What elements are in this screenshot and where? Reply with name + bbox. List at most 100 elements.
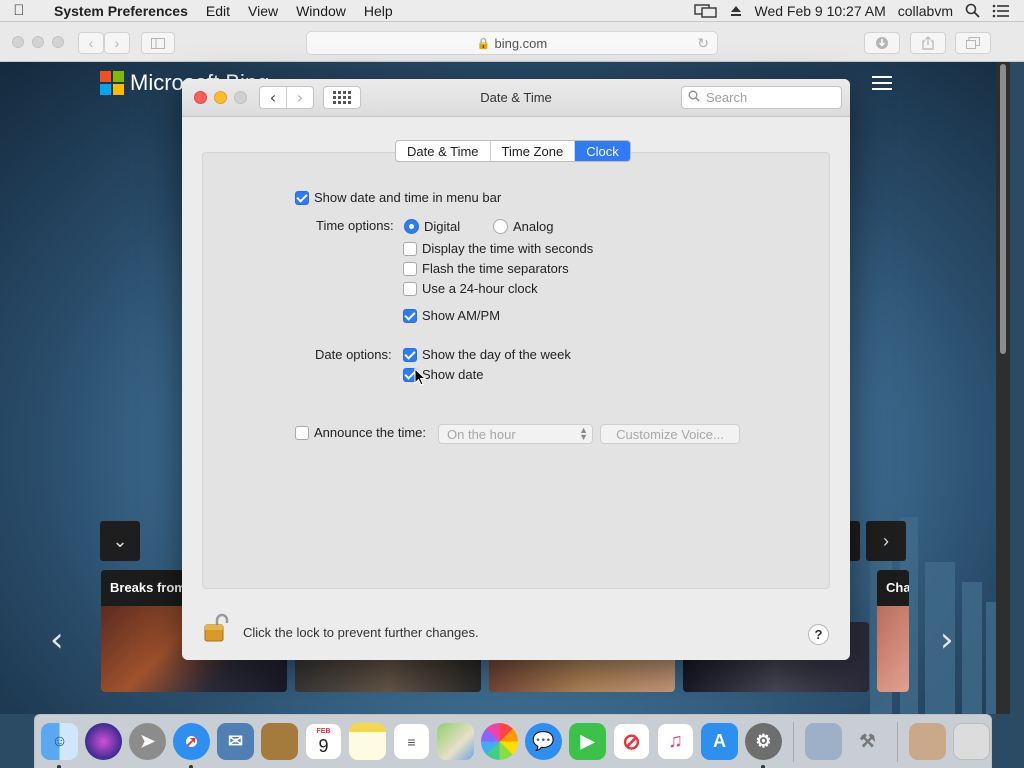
- reload-icon[interactable]: ↻: [697, 35, 709, 52]
- hour24-label: Use a 24-hour clock: [422, 281, 538, 296]
- mouse-cursor-icon: [414, 368, 426, 386]
- announce-row[interactable]: Announce the time:: [295, 425, 426, 440]
- launchpad-icon[interactable]: ➤: [129, 723, 166, 760]
- downloads-icon[interactable]: [864, 32, 900, 54]
- calendar-icon[interactable]: FEB 9: [305, 723, 342, 760]
- analog-label: Analog: [513, 219, 554, 234]
- carousel-right-arrow-icon[interactable]: ›: [940, 620, 954, 660]
- analog-radio[interactable]: [493, 219, 508, 234]
- preview-icon[interactable]: [805, 723, 842, 760]
- notification-center-icon[interactable]: [992, 4, 1010, 18]
- window-titlebar[interactable]: ‹ › Date & Time: [182, 79, 850, 117]
- unlocked-padlock-icon[interactable]: [204, 613, 230, 643]
- menu-app-name[interactable]: System Preferences: [38, 3, 197, 19]
- show-in-menubar-checkbox[interactable]: [295, 190, 309, 205]
- scroll-down-chevron-icon[interactable]: ⌄: [100, 521, 140, 561]
- announce-interval-select[interactable]: On the hour ▲ ▼: [438, 424, 593, 444]
- system-preferences-icon[interactable]: ⚙: [745, 723, 782, 768]
- safari-close-button[interactable]: [12, 36, 24, 48]
- background-pillars: [850, 462, 1010, 714]
- lock-message: Click the lock to prevent further change…: [243, 625, 479, 640]
- trash-icon[interactable]: [953, 723, 990, 760]
- news-card[interactable]: Cha: [877, 570, 909, 692]
- updown-chevron-icon: ▲ ▼: [579, 425, 588, 442]
- notes-icon[interactable]: [349, 723, 386, 760]
- tab-time-zone[interactable]: Time Zone: [489, 141, 575, 161]
- dock-separator: [897, 721, 898, 762]
- mail-icon[interactable]: ✉: [217, 723, 254, 760]
- search-icon: [688, 90, 700, 105]
- announce-checkbox[interactable]: [295, 425, 309, 440]
- hour24-checkbox[interactable]: [403, 281, 417, 296]
- ampm-row[interactable]: Show AM/PM: [403, 308, 500, 323]
- messages-icon[interactable]: 💬: [525, 723, 562, 760]
- digital-radio[interactable]: [404, 219, 419, 234]
- ampm-checkbox[interactable]: [403, 308, 417, 323]
- menu-window[interactable]: Window: [287, 3, 355, 19]
- digital-option[interactable]: Digital: [404, 219, 460, 234]
- show-in-menubar-row[interactable]: Show date and time in menu bar: [295, 190, 501, 205]
- photos-icon[interactable]: [481, 723, 518, 760]
- address-bar[interactable]: 🔒 bing.com ↻: [306, 31, 718, 55]
- eject-icon[interactable]: [730, 5, 742, 17]
- display-mirror-icon[interactable]: [694, 3, 718, 19]
- contacts-icon[interactable]: [261, 723, 298, 760]
- help-button[interactable]: ?: [808, 624, 829, 645]
- safari-back-icon[interactable]: ‹: [78, 32, 104, 54]
- show-in-menubar-label: Show date and time in menu bar: [314, 190, 502, 205]
- app-store-icon[interactable]: A: [701, 723, 738, 760]
- flash-separators-checkbox[interactable]: [403, 261, 417, 276]
- seconds-row[interactable]: Display the time with seconds: [403, 241, 593, 256]
- digital-label: Digital: [424, 219, 461, 234]
- facetime-icon[interactable]: ▶: [569, 723, 606, 760]
- customize-voice-button[interactable]: Customize Voice...: [600, 424, 740, 444]
- music-icon[interactable]: ♫: [657, 723, 694, 760]
- seconds-label: Display the time with seconds: [422, 241, 594, 256]
- page-scrollbar[interactable]: [996, 62, 1010, 714]
- safari-zoom-button[interactable]: [52, 36, 64, 48]
- tab-date-time[interactable]: Date & Time: [396, 141, 490, 161]
- sidebar-icon[interactable]: [141, 32, 175, 54]
- tabs-overview-icon[interactable]: [955, 32, 991, 54]
- day-of-week-checkbox[interactable]: [403, 347, 417, 362]
- news-card-title: Cha: [877, 570, 909, 606]
- safari-minimize-button[interactable]: [32, 36, 44, 48]
- menu-help[interactable]: Help: [355, 3, 402, 19]
- menu-view[interactable]: View: [239, 3, 287, 19]
- date-time-preferences-window: ‹ › Date & Time Date & Time Time Zone Cl…: [182, 79, 850, 660]
- menubar-user[interactable]: collabvm: [898, 3, 953, 19]
- hour24-row[interactable]: Use a 24-hour clock: [403, 281, 538, 296]
- finder-icon[interactable]: ☺: [41, 723, 78, 768]
- seconds-checkbox[interactable]: [403, 241, 417, 256]
- day-of-week-label: Show the day of the week: [422, 347, 571, 362]
- announce-interval-value: On the hour: [447, 426, 516, 442]
- hamburger-menu-icon[interactable]: [872, 76, 892, 90]
- safari-toolbar: ‹ › 🔒 bing.com ↻: [0, 22, 1024, 62]
- siri-icon[interactable]: [85, 723, 122, 760]
- flash-separators-row[interactable]: Flash the time separators: [403, 261, 569, 276]
- carousel-next-small-icon[interactable]: ›: [866, 521, 906, 561]
- reminders-icon[interactable]: ≡: [393, 723, 430, 760]
- carousel-left-arrow-icon[interactable]: ‹: [50, 620, 64, 660]
- clock-panel: [202, 152, 830, 589]
- date-options-label: Date options:: [315, 347, 392, 362]
- maps-icon[interactable]: [437, 723, 474, 760]
- day-of-week-row[interactable]: Show the day of the week: [403, 347, 571, 362]
- news-icon[interactable]: ⊘: [613, 723, 650, 760]
- spotlight-icon[interactable]: [965, 3, 980, 18]
- menubar-clock[interactable]: Wed Feb 9 10:27 AM: [754, 3, 885, 19]
- analog-option[interactable]: Analog: [493, 219, 553, 234]
- apple-menu-icon[interactable]: : [0, 2, 38, 19]
- share-icon[interactable]: [910, 32, 946, 54]
- safari-forward-icon[interactable]: ›: [104, 32, 130, 54]
- utilities-icon[interactable]: ⚒: [849, 723, 886, 760]
- menu-edit[interactable]: Edit: [197, 3, 239, 19]
- announce-label: Announce the time:: [314, 425, 427, 440]
- tab-clock[interactable]: Clock: [574, 141, 630, 161]
- microsoft-logo-icon: [100, 71, 124, 95]
- calendar-day: 9: [318, 736, 329, 756]
- safari-icon[interactable]: ➚: [173, 723, 210, 768]
- search-input[interactable]: [706, 90, 826, 105]
- downloads-stack-icon[interactable]: [909, 723, 946, 760]
- search-field[interactable]: [681, 86, 842, 109]
